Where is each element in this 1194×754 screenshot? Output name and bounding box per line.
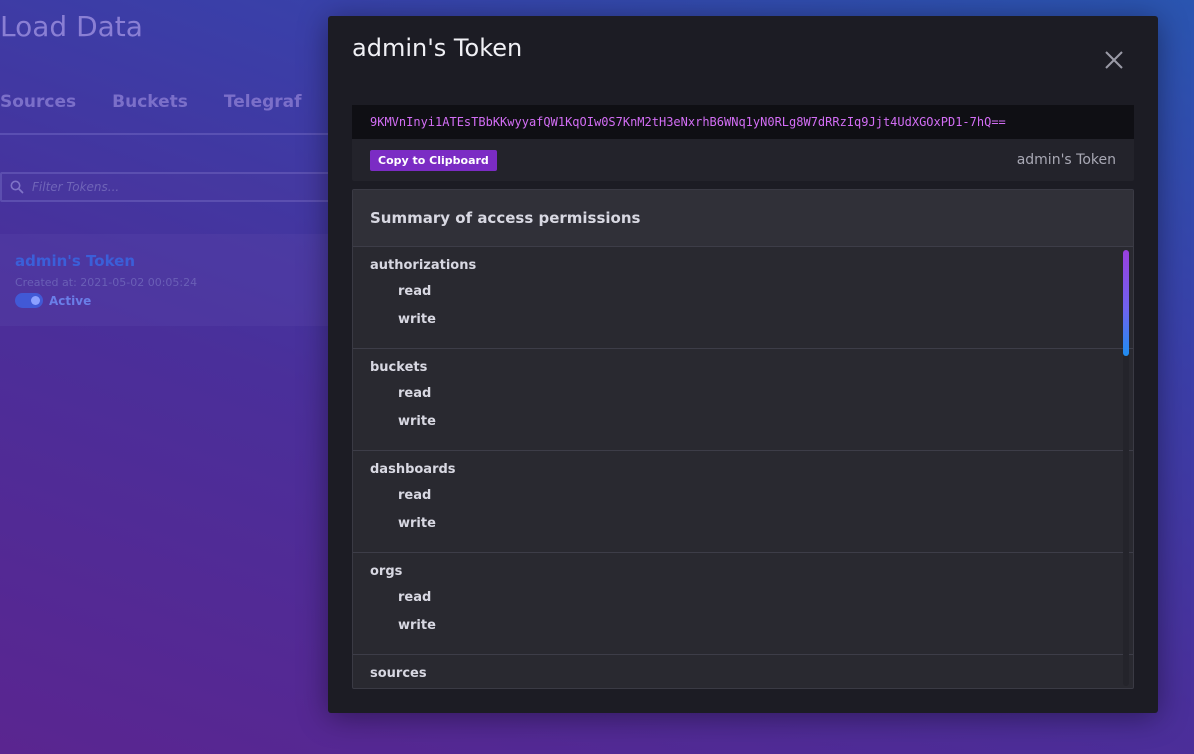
permission-group-authorizations: authorizations read write	[353, 247, 1133, 349]
permission-action: read	[398, 284, 432, 299]
tab-sources[interactable]: Sources	[0, 92, 76, 112]
permission-group-name: dashboards	[370, 462, 456, 477]
permission-group-name: sources	[370, 666, 427, 681]
filter-tokens-field[interactable]	[0, 172, 340, 202]
status-label: Active	[49, 293, 92, 308]
permission-action: read	[398, 488, 432, 503]
search-icon	[10, 180, 24, 194]
permission-action: write	[398, 618, 436, 633]
page-title: Load Data	[0, 10, 143, 43]
copy-to-clipboard-button[interactable]: Copy to Clipboard	[370, 149, 497, 171]
token-box: 9KMVnInyi1ATEsTBbKKwyyafQW1KqOIw0S7KnM2t…	[352, 105, 1134, 181]
permission-group-orgs: orgs read write	[353, 553, 1133, 655]
permission-action: read	[398, 590, 432, 605]
close-button[interactable]	[1100, 46, 1128, 74]
tab-telegraf[interactable]: Telegraf	[224, 92, 302, 112]
status-toggle[interactable]	[15, 293, 43, 308]
permission-action: write	[398, 516, 436, 531]
permission-group-name: authorizations	[370, 258, 477, 273]
permission-group-sources: sources read write	[353, 655, 1133, 688]
token-value: 9KMVnInyi1ATEsTBbKKwyyafQW1KqOIw0S7KnM2t…	[352, 105, 1134, 139]
permissions-header: Summary of access permissions	[353, 190, 1133, 247]
permissions-panel: Summary of access permissions authorizat…	[352, 189, 1134, 689]
tabs-divider	[0, 133, 330, 135]
filter-tokens-input[interactable]	[32, 180, 312, 194]
token-created-at: Created at: 2021-05-02 00:05:24	[15, 276, 198, 289]
permission-action: write	[398, 312, 436, 327]
permission-group-buckets: buckets read write	[353, 349, 1133, 451]
permission-action: read	[398, 386, 432, 401]
permissions-scrollbar[interactable]	[1123, 250, 1129, 686]
token-card: admin's Token Created at: 2021-05-02 00:…	[0, 234, 340, 326]
permission-action: read	[370, 686, 1116, 688]
token-status: Active	[15, 293, 325, 308]
tab-buckets[interactable]: Buckets	[112, 92, 188, 112]
token-name-link[interactable]: admin's Token	[15, 252, 325, 270]
permission-group-name: orgs	[370, 564, 403, 579]
scrollbar-thumb[interactable]	[1123, 250, 1129, 356]
tab-bar: Sources Buckets Telegraf S	[0, 92, 350, 112]
permissions-list: authorizations read write buckets read w…	[353, 247, 1133, 688]
token-actions: Copy to Clipboard admin's Token	[352, 139, 1134, 181]
permission-action: write	[398, 414, 436, 429]
modal-title: admin's Token	[352, 34, 523, 62]
close-icon	[1105, 51, 1123, 69]
permission-group-dashboards: dashboards read write	[353, 451, 1133, 553]
token-modal: admin's Token 9KMVnInyi1ATEsTBbKKwyyafQW…	[328, 16, 1158, 713]
token-description: admin's Token	[1016, 152, 1116, 168]
permission-group-name: buckets	[370, 360, 428, 375]
